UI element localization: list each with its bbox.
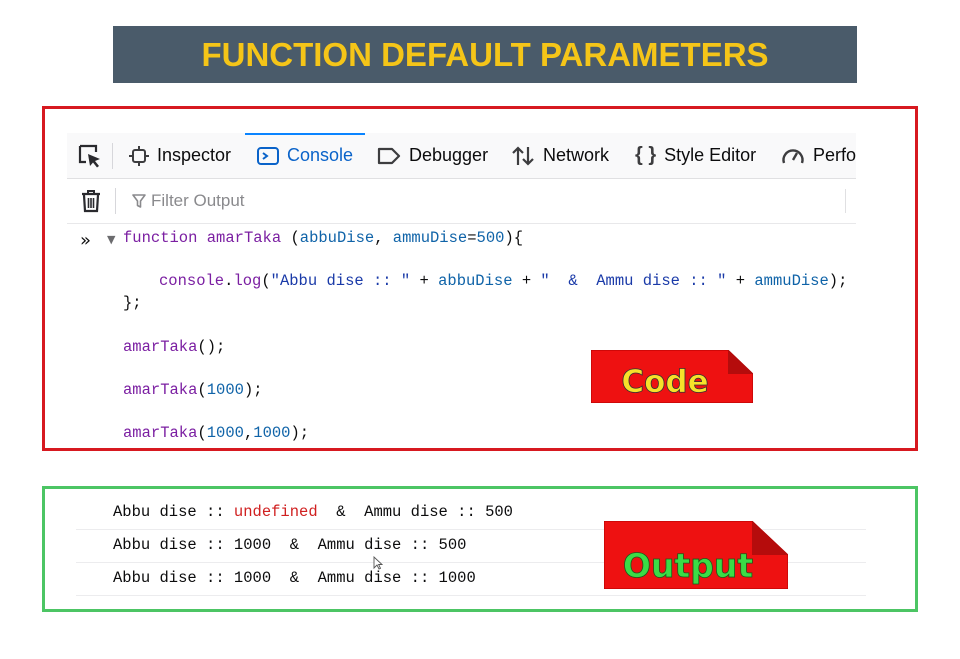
code-line-close-brace: }; [123, 294, 142, 312]
mouse-cursor-icon [373, 556, 383, 570]
slide-title-banner: FUNCTION DEFAULT PARAMETERS [113, 26, 857, 83]
tab-label: Perfo [813, 145, 856, 165]
tab-debugger[interactable]: Debugger [377, 133, 488, 178]
tab-inspector[interactable]: Inspector [129, 133, 231, 178]
output-row-text: Abbu dise :: 1000 & Ammu dise :: 500 [113, 536, 467, 554]
tab-label: Debugger [409, 145, 489, 165]
tab-performance[interactable]: Perfo [781, 133, 856, 178]
code-line-call-2: amarTaka(1000); [123, 381, 263, 399]
code-line-function-decl: function amarTaka (abbuDise, ammuDise=50… [123, 229, 524, 247]
tab-label: Network [543, 145, 610, 165]
filter-end-divider [845, 189, 846, 213]
tab-label: Inspector [157, 145, 232, 165]
code-label: Code [621, 364, 708, 400]
output-label: Output [623, 546, 753, 585]
collapse-triangle-icon[interactable]: ▼ [107, 233, 115, 246]
tab-console[interactable]: Console [244, 133, 366, 178]
console-filter-bar: Filter Output [67, 179, 856, 224]
filter-placeholder: Filter Output [151, 191, 245, 210]
console-input-code[interactable]: » ▼ function amarTaka (abbuDise, ammuDis… [67, 224, 856, 445]
performance-icon [782, 148, 804, 163]
filter-separator [115, 188, 116, 214]
console-prompt-icon: » [80, 230, 92, 251]
code-line-console-log: console.log("Abbu dise :: " + abbuDise +… [159, 272, 848, 290]
clear-console-icon[interactable] [80, 189, 102, 213]
output-row-text: Abbu dise :: undefined & Ammu dise :: 50… [113, 503, 513, 521]
tab-label: Style Editor [664, 145, 757, 165]
devtools-tabbar: Inspector Console Debugger Network { } S… [67, 133, 856, 179]
code-line-call-3: amarTaka(1000,1000); [123, 424, 310, 442]
console-icon [257, 146, 279, 165]
code-line-call-1: amarTaka(); [123, 338, 226, 356]
filter-icon [132, 194, 146, 208]
tab-network[interactable]: Network [511, 133, 609, 178]
network-icon [512, 145, 534, 166]
tab-label: Console [287, 145, 354, 165]
output-row-text: Abbu dise :: 1000 & Ammu dise :: 1000 [113, 569, 476, 587]
tab-style-editor[interactable]: { } Style Editor [635, 133, 756, 178]
slide-title: FUNCTION DEFAULT PARAMETERS [201, 35, 769, 73]
filter-output-input[interactable]: Filter Output [132, 179, 245, 223]
output-label-badge: Output [604, 521, 788, 589]
debugger-icon [377, 147, 401, 164]
inspector-icon [129, 145, 149, 166]
code-label-badge: Code [591, 350, 753, 403]
element-picker-icon[interactable] [77, 143, 103, 169]
tab-separator [112, 143, 113, 169]
style-editor-icon: { } [635, 144, 657, 166]
